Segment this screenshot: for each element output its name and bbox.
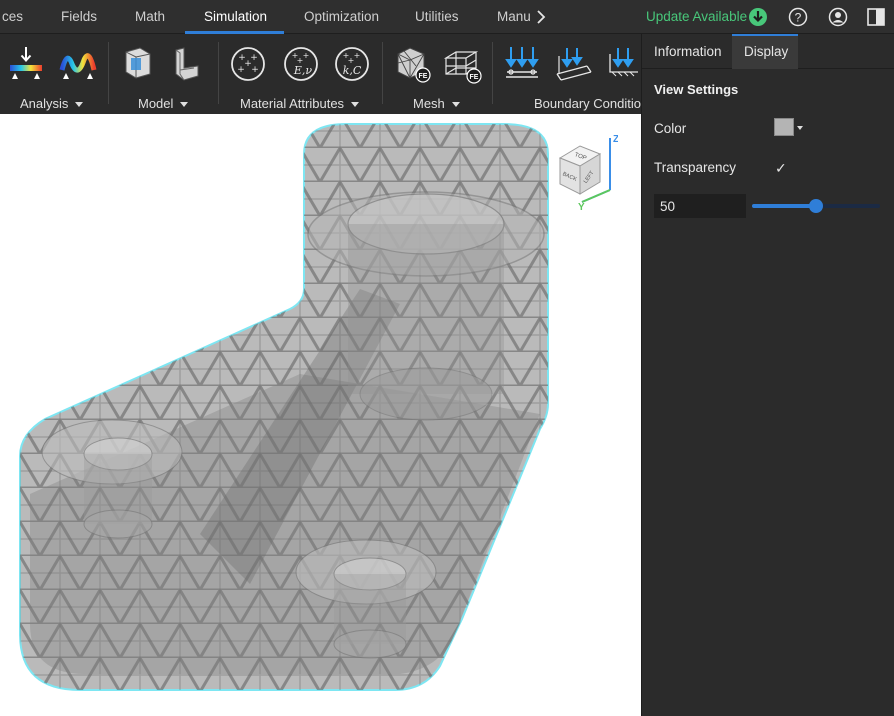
transparency-slider-thumb[interactable] [809,199,823,213]
ribbon-separator [492,42,493,104]
fe-mesh-solid-icon[interactable]: FE [392,44,432,84]
force-load-icon[interactable] [502,44,542,84]
tab-sources[interactable]: ces [2,0,23,34]
model-shell-icon[interactable] [166,44,206,84]
color-dropdown-caret-icon[interactable] [797,126,803,130]
svg-text:E,ν: E,ν [293,64,313,77]
modal-analysis-icon[interactable] [58,44,98,84]
material-thermal-icon[interactable]: + ++ k,C [332,44,372,84]
tab-simulation[interactable]: Simulation [204,0,267,34]
tab-math[interactable]: Math [135,0,165,34]
axis-z-label: Z [613,134,618,145]
transparency-slider-fill [752,204,816,208]
svg-text:+: + [303,51,310,60]
help-icon[interactable]: ? [788,7,808,27]
panel-tabs: Information Display [642,34,894,69]
pressure-load-icon[interactable] [604,44,641,84]
active-panel-tab-indicator [732,34,798,36]
transparency-checkbox[interactable]: ✓ [775,160,787,177]
panel-toggle-icon[interactable] [866,7,886,27]
tab-utilities[interactable]: Utilities [415,0,459,34]
view-cube[interactable]: TOP BACK LEFT Z Y [552,132,618,212]
tab-display[interactable]: Display [732,34,798,69]
distributed-load-icon[interactable] [553,44,593,84]
svg-text:+: + [237,65,245,75]
chevron-right-icon[interactable] [534,9,548,25]
ribbon-separator [382,42,383,104]
tab-fields[interactable]: Fields [61,0,97,34]
transparency-slider[interactable] [752,199,880,213]
part-model-render[interactable] [0,114,641,716]
3d-viewport[interactable]: TOP BACK LEFT Z Y [0,114,641,716]
svg-text:FE: FE [470,74,479,81]
transparency-value-input[interactable] [654,194,746,218]
axis-y-label: Y [578,202,585,212]
ribbon-toolbar: + + + + + + + + E,ν + + + k,C FE FE Anal… [0,34,641,114]
tab-manufacturing[interactable]: Manuf [497,0,530,34]
view-settings-title: View Settings [654,82,739,97]
svg-text:+: + [354,51,361,60]
properties-panel: Information Display View Settings Color … [641,34,894,716]
material-icon[interactable]: + ++ + + [228,44,268,84]
ribbon-group-boundary-condition[interactable]: Boundary Condition [534,96,641,111]
download-icon[interactable] [748,7,768,27]
svg-text:k,C: k,C [343,64,362,77]
model-body-icon[interactable] [118,44,158,84]
fe-mesh-wire-icon[interactable]: FE [442,44,482,84]
ribbon-group-mesh[interactable]: Mesh [413,96,460,111]
svg-text:?: ? [795,11,802,25]
material-elastic-icon[interactable]: + ++ E,ν [281,44,321,84]
color-swatch-button[interactable] [774,118,794,136]
static-analysis-icon[interactable] [6,44,46,84]
tab-optimization[interactable]: Optimization [304,0,379,34]
top-tab-bar: ces Fields Math Simulation Optimization … [0,0,894,34]
update-available-link[interactable]: Update Available [646,0,747,34]
ribbon-group-material-attributes[interactable]: Material Attributes [240,96,360,111]
svg-text:FE: FE [419,73,428,80]
color-label: Color [654,121,687,136]
ribbon-separator [218,42,219,104]
ribbon-group-analysis[interactable]: Analysis [20,96,84,111]
transparency-label: Transparency [654,160,737,175]
svg-text:+: + [251,65,259,75]
ribbon-separator [108,42,109,104]
ribbon-group-model[interactable]: Model [138,96,189,111]
account-icon[interactable] [828,7,848,27]
tab-information[interactable]: Information [642,34,732,69]
